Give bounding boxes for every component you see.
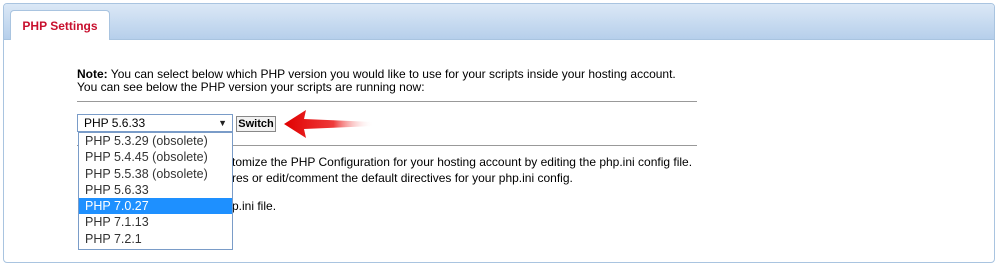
tab-bar: PHP Settings [4, 4, 994, 40]
dropdown-option-selected[interactable]: PHP 7.0.27 [79, 198, 232, 215]
dropdown-option[interactable]: PHP 7.2.1 [79, 231, 232, 247]
note-label: Note: [77, 67, 108, 81]
dropdown-option[interactable]: PHP 5.5.38 (obsolete) [79, 166, 232, 182]
note-line-1: You can select below which PHP version y… [110, 67, 676, 81]
note-line-2: You can see below the PHP version your s… [77, 80, 425, 94]
switch-button[interactable]: Switch [236, 116, 276, 132]
config-text-line-1: tomize the PHP Configuration for your ho… [232, 155, 693, 169]
php-version-dropdown: PHP 5.3.29 (obsolete) PHP 5.4.45 (obsole… [78, 132, 233, 250]
config-text-line-3: p.ini file. [232, 199, 277, 213]
config-text-line-2: res or edit/comment the default directiv… [232, 171, 573, 185]
php-version-select[interactable]: PHP 5.6.33 ▼ [77, 114, 233, 132]
chevron-down-icon: ▼ [218, 118, 227, 128]
dropdown-option[interactable]: PHP 5.6.33 [79, 182, 232, 198]
tab-php-settings[interactable]: PHP Settings [10, 10, 110, 40]
dropdown-option[interactable]: PHP 5.3.29 (obsolete) [79, 133, 232, 149]
dropdown-option[interactable]: PHP 5.4.45 (obsolete) [79, 149, 232, 165]
note-text: Note: You can select below which PHP ver… [77, 68, 717, 94]
divider-top [77, 101, 697, 102]
red-arrow-icon [284, 110, 374, 138]
dropdown-option[interactable]: PHP 7.1.13 [79, 214, 232, 230]
selected-version: PHP 5.6.33 [84, 116, 146, 130]
